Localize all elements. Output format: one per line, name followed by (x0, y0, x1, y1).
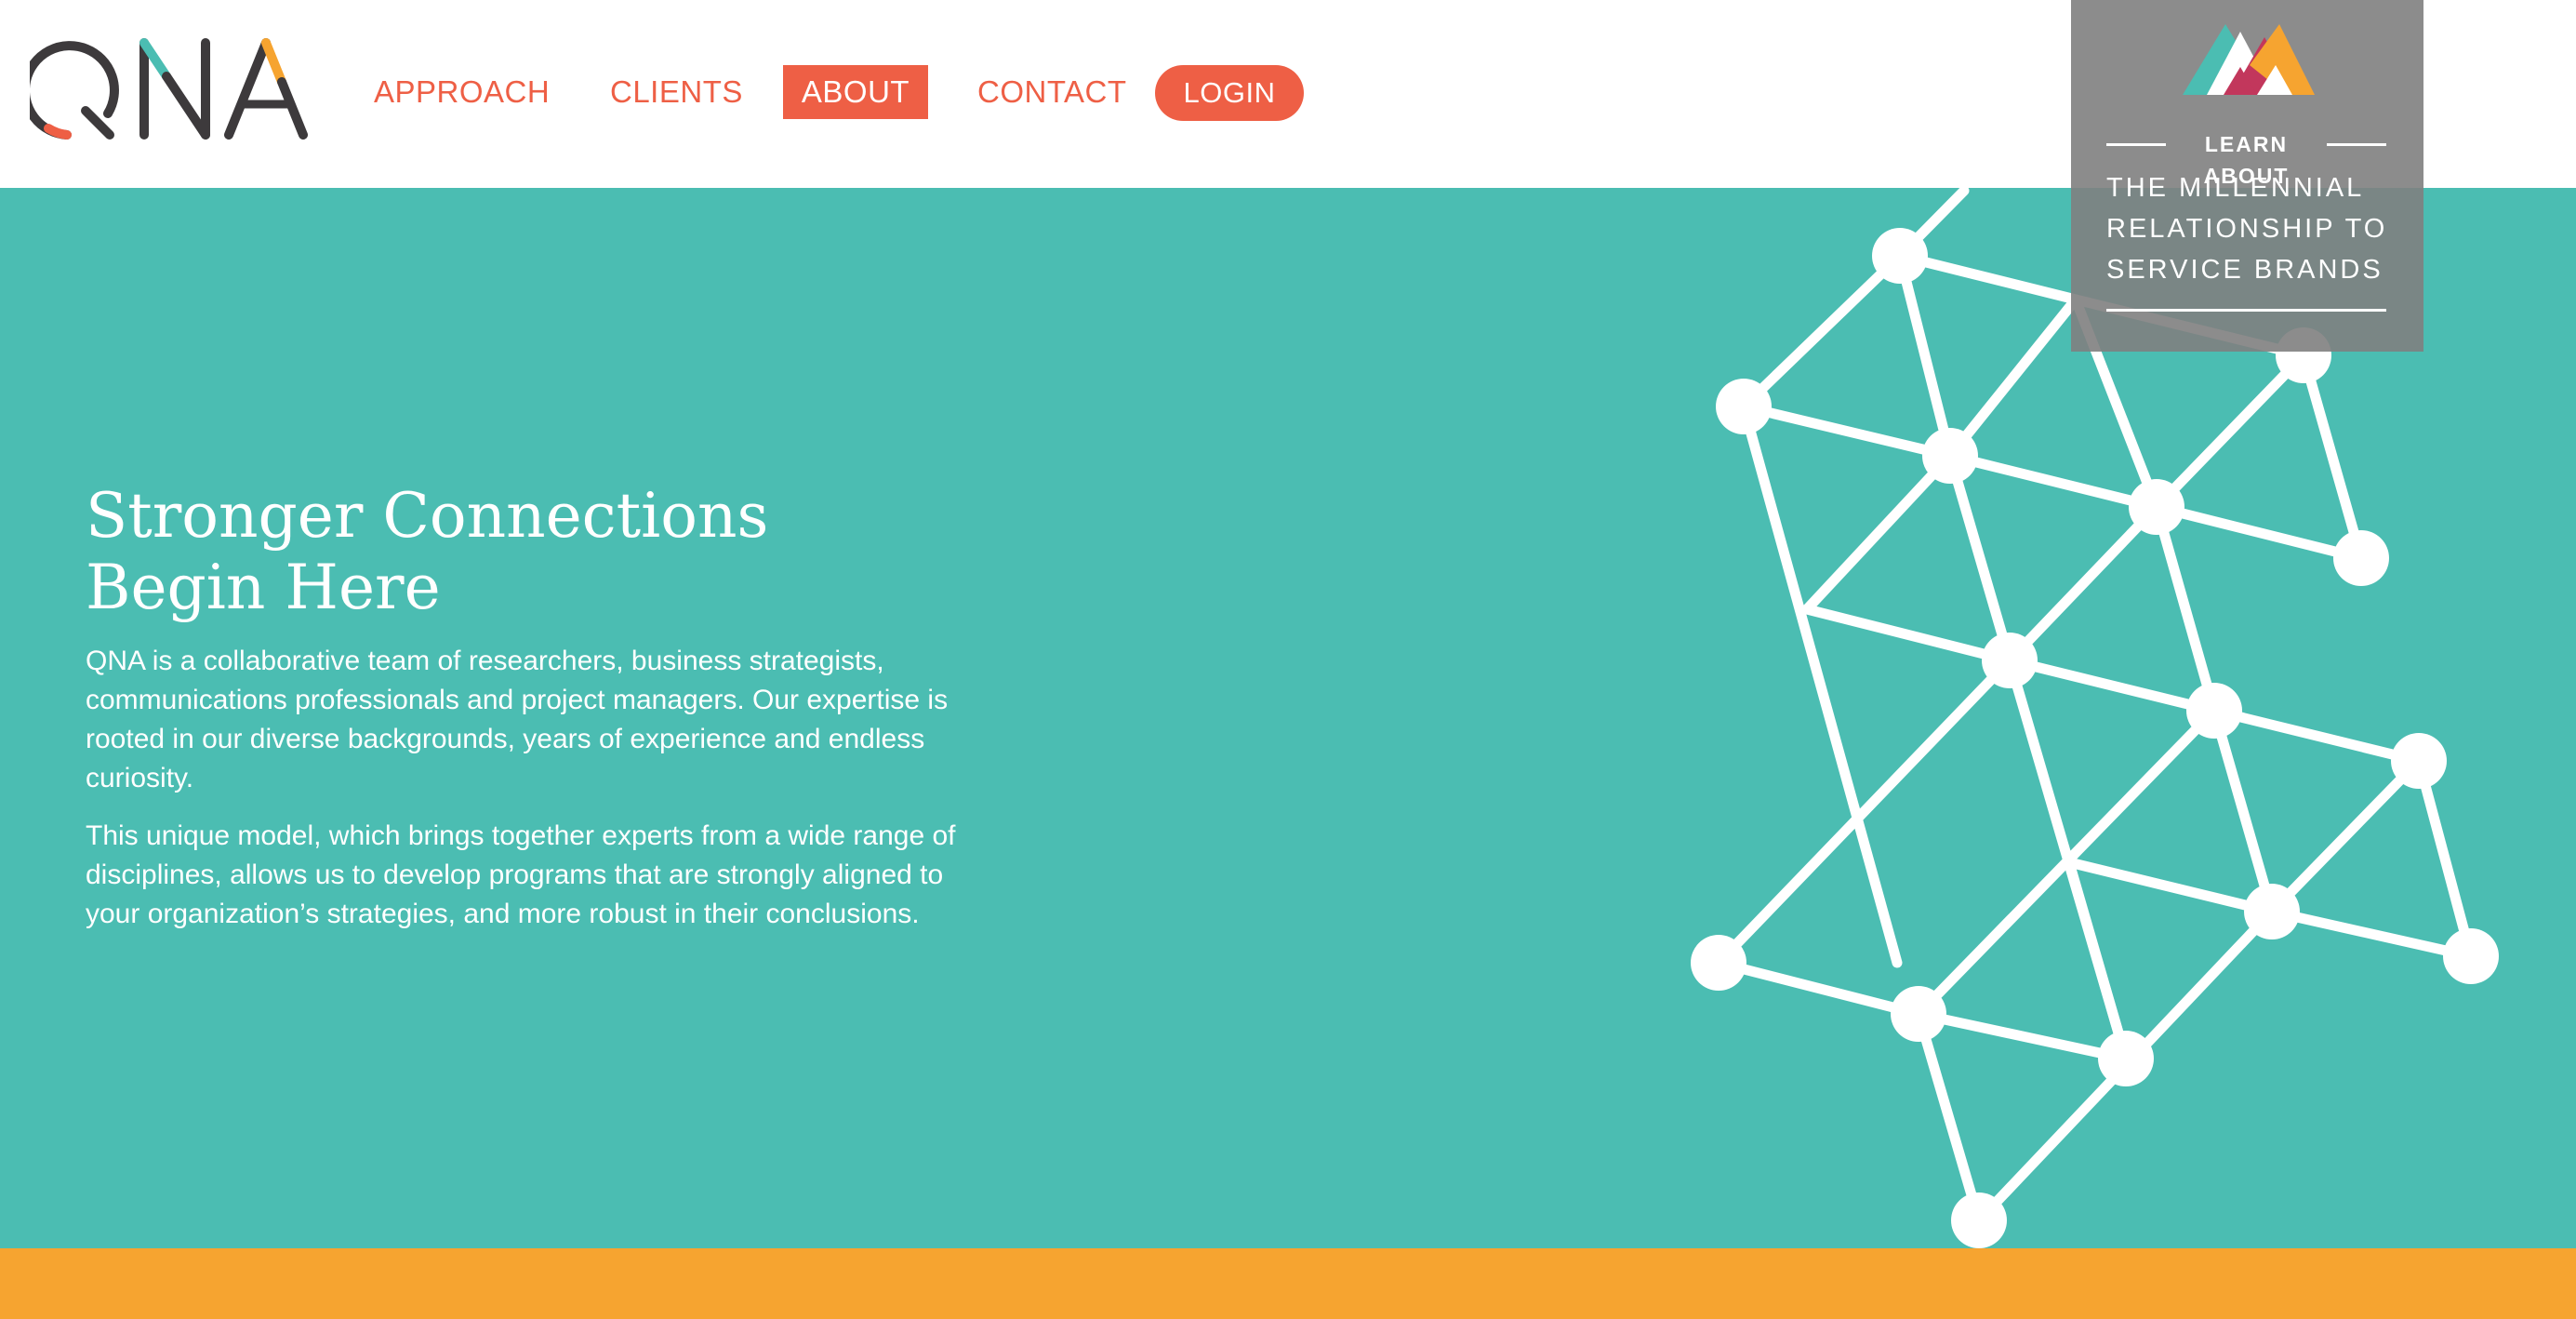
footer-accent-bar (0, 1248, 2576, 1319)
nav-clients[interactable]: CLIENTS (610, 65, 743, 119)
promo-divider-right (2327, 143, 2386, 146)
millennial-report-promo[interactable]: LEARN ABOUT THE MILLENNIAL RELATIONSHIP … (2071, 0, 2423, 352)
hero-paragraph-2: This unique model, which brings together… (86, 820, 956, 929)
promo-divider-left (2106, 143, 2166, 146)
qna-logo[interactable] (20, 35, 316, 140)
login-button[interactable]: LOGIN (1155, 65, 1304, 121)
hero-headline: Stronger Connections Begin Here (86, 480, 769, 623)
nav-approach[interactable]: APPROACH (374, 65, 550, 119)
nav-contact[interactable]: CONTACT (977, 65, 1127, 119)
millennial-mountains-logo-icon (2183, 24, 2315, 95)
qna-logo-icon (20, 38, 308, 140)
promo-divider-bottom (2106, 309, 2386, 312)
promo-title: THE MILLENNIAL RELATIONSHIP TO SERVICE B… (2106, 173, 2388, 285)
promo-kicker-row: LEARN ABOUT (2106, 128, 2386, 188)
hero-paragraph-1: QNA is a collaborative team of researche… (86, 646, 949, 793)
nav-about[interactable]: ABOUT (783, 65, 928, 119)
